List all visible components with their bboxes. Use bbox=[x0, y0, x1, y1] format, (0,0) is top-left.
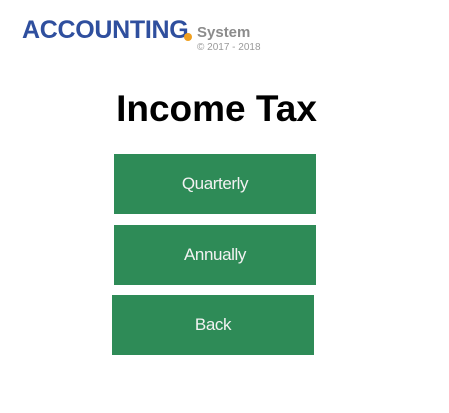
quarterly-button[interactable]: Quarterly bbox=[114, 154, 316, 214]
copyright-text: © 2017 - 2018 bbox=[197, 42, 261, 53]
logo-dot-icon bbox=[184, 33, 192, 41]
logo-subtitle: System bbox=[197, 24, 251, 41]
back-button[interactable]: Back bbox=[112, 295, 314, 355]
logo-wordmark: ACCOUNTING bbox=[22, 16, 189, 44]
annually-button[interactable]: Annually bbox=[114, 225, 316, 285]
app-logo: ACCOUNTING System © 2017 - 2018 bbox=[22, 14, 282, 58]
page-title: Income Tax bbox=[116, 88, 317, 129]
